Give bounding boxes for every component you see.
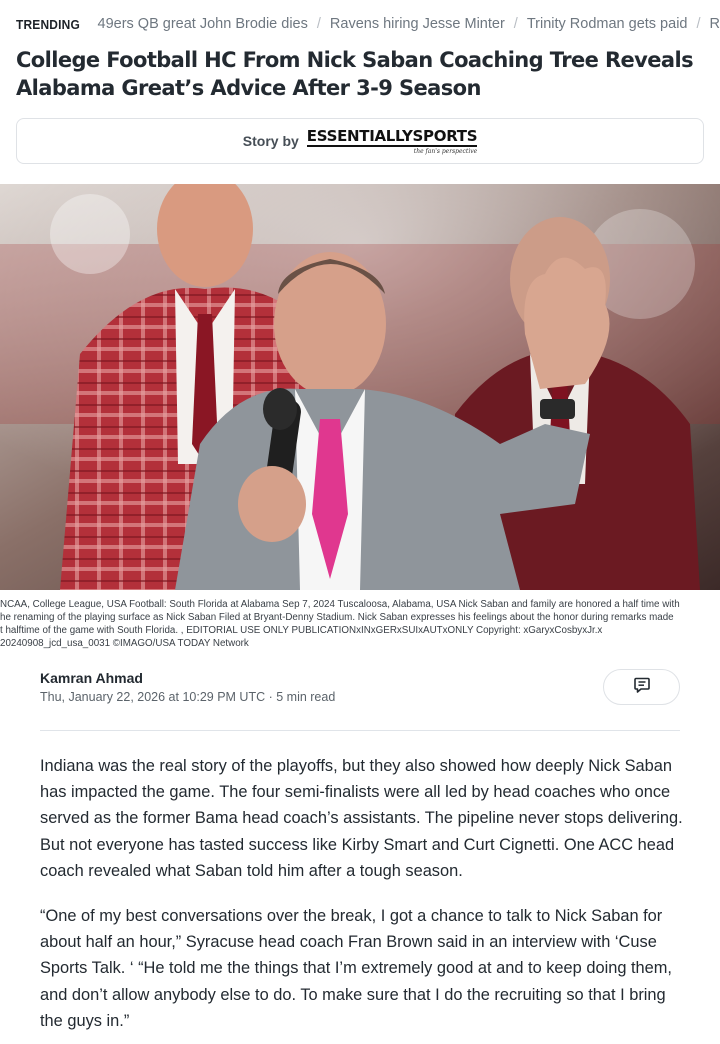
trending-link[interactable]: Trinity Rodman gets paid bbox=[527, 16, 688, 32]
trending-link[interactable]: Rep bbox=[710, 16, 720, 32]
trending-bar: TRENDING 49ers QB great John Brodie dies… bbox=[0, 0, 720, 48]
trending-separator: / bbox=[513, 16, 518, 32]
comment-icon bbox=[633, 676, 651, 699]
trending-separator: / bbox=[696, 16, 701, 32]
author-name[interactable]: Kamran Ahmad bbox=[40, 670, 143, 686]
trending-link[interactable]: 49ers QB great John Brodie dies bbox=[98, 16, 308, 32]
article-headline: College Football HC From Nick Saban Coac… bbox=[16, 48, 694, 100]
hero-image bbox=[0, 184, 720, 590]
publisher-tagline: the fan's perspective bbox=[413, 147, 478, 155]
comments-button[interactable] bbox=[603, 669, 680, 705]
trending-separator: / bbox=[316, 16, 321, 32]
image-caption: NCAA, College League, USA Football: Sout… bbox=[0, 599, 680, 649]
story-by-banner[interactable]: Story by ESSENTIALLYSPORTS the fan's per… bbox=[16, 118, 704, 164]
publisher-logo[interactable]: ESSENTIALLYSPORTS the fan's perspective bbox=[306, 126, 478, 155]
article-paragraph: Indiana was the real story of the playof… bbox=[40, 757, 683, 880]
article-paragraph: “One of my best conversations over the b… bbox=[40, 907, 672, 1030]
article-meta: Thu, January 22, 2026 at 10:29 PM UTC · … bbox=[40, 690, 336, 704]
trending-label: TRENDING bbox=[16, 16, 80, 32]
trending-link[interactable]: Ravens hiring Jesse Minter bbox=[330, 16, 505, 32]
story-by-label: Story by bbox=[242, 133, 299, 149]
divider bbox=[40, 730, 680, 731]
publisher-logo-text: ESSENTIALLYSPORTS bbox=[306, 126, 478, 147]
